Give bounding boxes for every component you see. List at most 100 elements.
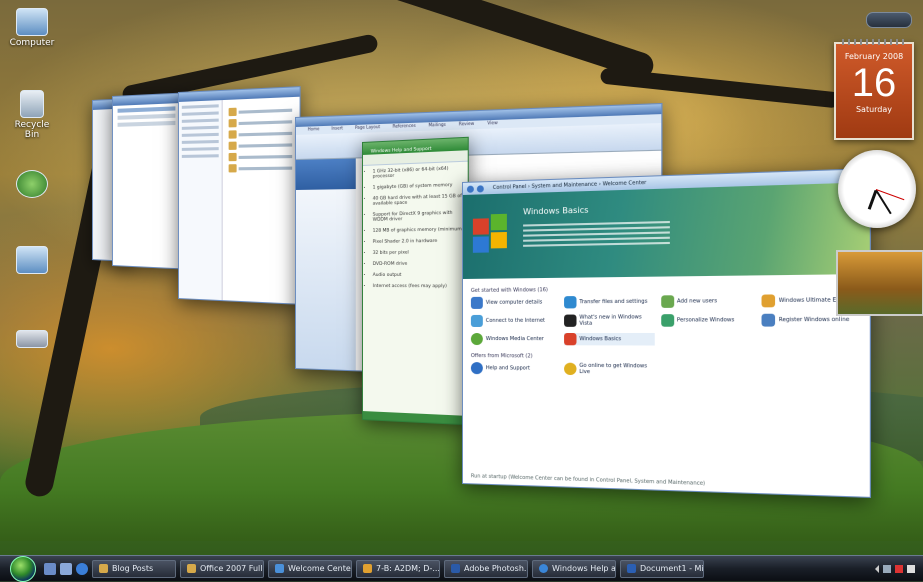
clock-gadget[interactable] (838, 150, 916, 228)
window-titlebar (112, 93, 181, 106)
list-item: DVD-ROM drive (373, 261, 468, 267)
task-item[interactable]: What's new in Windows Vista (563, 314, 654, 327)
list-item: Support for DirectX 9 graphics with WDDM… (373, 210, 468, 223)
taskbar-button[interactable]: Welcome Center (268, 559, 352, 578)
ribbon-tab[interactable]: View (487, 120, 497, 129)
offers-grid: Help and Support Go online to get Window… (470, 362, 860, 378)
task-item[interactable]: Connect to the Internet (470, 314, 558, 327)
notification-area (875, 558, 923, 580)
transfer-icon (563, 296, 577, 309)
chevron-left-icon[interactable] (875, 564, 879, 573)
banner-description (523, 218, 670, 250)
task-item[interactable]: Add new users (660, 295, 755, 308)
calendar-day: 16 (851, 61, 897, 105)
explorer-navigation-pane (178, 100, 223, 301)
taskbar-button[interactable]: 7-B: A2DM; D-... (356, 559, 440, 578)
task-item[interactable]: Go online to get Windows Live (563, 362, 654, 376)
window-explorer[interactable] (178, 86, 301, 305)
taskbar-button[interactable]: Windows Help a... (532, 559, 616, 578)
calendar-rings (842, 39, 906, 45)
sidebar-gadget-controls[interactable] (866, 12, 912, 28)
folder-icon (187, 564, 196, 573)
word-side-header (295, 158, 356, 190)
windows-basics-icon (563, 333, 577, 346)
task-item[interactable]: Transfer files and settings (563, 295, 654, 309)
whats-new-icon (563, 314, 577, 327)
list-item: 128 MB of graphics memory (minimum) (373, 227, 468, 234)
help-icon (470, 362, 483, 375)
list-item: Audio output (373, 273, 468, 278)
internet-icon (470, 314, 483, 327)
taskbar-button[interactable]: Blog Posts (92, 559, 176, 578)
section-heading: Offers from Microsoft (2) (470, 353, 533, 360)
task-item[interactable]: Help and Support (470, 362, 558, 375)
help-requirements-list: 1 GHz 32-bit (x86) or 64-bit (x64) proce… (363, 166, 468, 290)
taskbar-button[interactable]: Document1 - Mi... (620, 559, 704, 578)
desktop-icon-label: Recycle Bin (14, 120, 50, 140)
desktop-icon-label: Computer (9, 38, 55, 48)
network-status-icon[interactable] (883, 564, 891, 573)
photoshop-icon (451, 564, 460, 573)
window-explorer-rear[interactable] (112, 92, 182, 270)
forward-icon[interactable] (476, 184, 484, 193)
internet-explorer-icon[interactable] (76, 562, 88, 575)
desktop-icon-recycle-bin[interactable]: Recycle Bin (8, 90, 56, 140)
security-icon[interactable] (895, 564, 903, 573)
calendar-month: February 2008 (844, 52, 904, 61)
window-help-and-support[interactable]: Windows Help and Support 1 GHz 32-bit (x… (362, 136, 469, 426)
help-icon (539, 564, 548, 573)
desktop-icon-network[interactable] (8, 170, 56, 200)
taskbar-button[interactable]: Office 2007 Full (180, 559, 264, 578)
section-heading: Get started with Windows (16) (470, 287, 548, 294)
list-item: 40 GB hard drive with at least 15 GB of … (373, 194, 468, 207)
recycle-bin-icon (20, 90, 44, 118)
calendar-gadget[interactable]: February 2008 16 Saturday (834, 39, 914, 140)
list-item: 1 gigabyte (GB) of system memory (373, 182, 468, 191)
taskbar-button[interactable]: Adobe Photosh... (444, 559, 528, 578)
calendar-weekday: Saturday (855, 105, 893, 114)
task-item[interactable]: Windows Media Center (470, 333, 558, 346)
show-desktop-icon[interactable] (44, 562, 56, 575)
desktop-icon-computer[interactable]: Computer (8, 8, 56, 48)
ribbon-tab[interactable]: Insert (331, 125, 343, 133)
windows-logo-icon (472, 213, 511, 253)
computer-icon (16, 8, 48, 36)
task-item[interactable]: Personalize Windows (660, 314, 755, 327)
switch-windows-icon[interactable] (60, 562, 72, 575)
ribbon-tab[interactable]: Mailings (428, 122, 445, 131)
desktop-icon-documents[interactable] (8, 246, 56, 276)
task-item[interactable]: View computer details (470, 296, 558, 309)
back-icon[interactable] (466, 185, 474, 193)
desktop-icon-drive[interactable] (8, 330, 56, 350)
personalize-icon (660, 314, 674, 327)
welcome-content: Get started with Windows (16) View compu… (463, 274, 870, 384)
list-item: Internet access (fees may apply) (373, 284, 468, 289)
network-icon (16, 170, 48, 198)
ribbon-tab[interactable]: References (393, 123, 416, 132)
start-orb-icon[interactable] (10, 555, 36, 582)
windows-flag-icon (761, 294, 776, 308)
word-side-pane (295, 189, 356, 371)
explorer-file-list (226, 102, 296, 175)
welcome-banner: Windows Basics (462, 182, 870, 279)
windows-live-icon (563, 362, 577, 376)
volume-icon[interactable] (907, 564, 915, 573)
word-icon (627, 564, 636, 573)
folder-icon (99, 564, 108, 573)
slideshow-gadget[interactable] (836, 250, 923, 316)
list-item: 32 bits per pixel (373, 250, 468, 256)
register-icon (761, 313, 776, 327)
ribbon-tab[interactable]: Home (308, 126, 320, 134)
quick-launch (44, 562, 88, 575)
content-strip (117, 113, 176, 120)
users-icon (660, 295, 674, 308)
welcome-center-icon (275, 564, 284, 573)
wallpaper-tree-branch (599, 67, 841, 109)
startup-checkbox-label[interactable]: Run at startup (Welcome Center can be fo… (471, 473, 705, 487)
computer-details-icon (470, 296, 483, 309)
ribbon-tab[interactable]: Review (459, 121, 474, 130)
task-item[interactable]: Windows Basics (563, 333, 655, 346)
window-welcome-center[interactable]: Control Panel › System and Maintenance ›… (462, 168, 871, 498)
ribbon-tab[interactable]: Page Layout (355, 124, 380, 133)
task-grid: View computer details Transfer files and… (470, 294, 860, 346)
